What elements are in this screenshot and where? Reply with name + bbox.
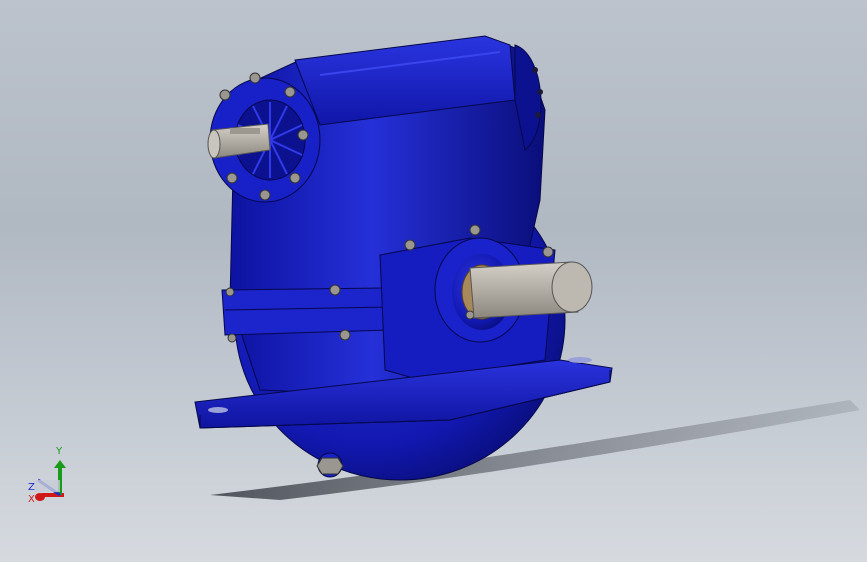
- graphics-viewport[interactable]: Y Z X: [0, 0, 867, 562]
- x-axis-label: X: [28, 494, 35, 505]
- y-axis-label: Y: [55, 446, 63, 457]
- gearbox-3d-model[interactable]: [0, 0, 867, 562]
- z-axis-label: Z: [28, 482, 35, 493]
- coordinate-triad-icon: Y Z X: [28, 446, 66, 505]
